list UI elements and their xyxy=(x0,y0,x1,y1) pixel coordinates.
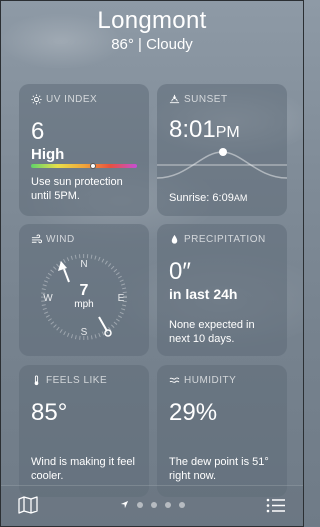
sunrise-time-value: Sunrise: 6:09 xyxy=(169,192,234,204)
sunset-icon xyxy=(169,94,180,103)
sunrise-time-ampm: AM xyxy=(233,193,248,203)
humidity-value: 29% xyxy=(169,399,218,426)
compass-n: N xyxy=(80,259,87,270)
precipitation-value: 0″ xyxy=(169,258,191,285)
sunset-time-value: 8:01 xyxy=(169,116,216,143)
precipitation-card[interactable]: PRECIPITATION 0″ in last 24h None expect… xyxy=(157,224,287,356)
location-header: Longmont 86° | Cloudy xyxy=(1,7,303,53)
page-dot[interactable] xyxy=(178,501,185,508)
uv-index-card[interactable]: UV INDEX 6 High Use sun protection until… xyxy=(19,84,149,216)
feels-like-card[interactable]: FEELS LIKE 85° Wind is making it feel co… xyxy=(19,365,149,497)
thermometer-icon xyxy=(34,374,39,385)
raindrop-icon xyxy=(171,234,178,244)
humidity-note: The dew point is 51° right now. xyxy=(169,456,269,482)
uv-index-level: High xyxy=(31,146,65,163)
wind-label: WIND xyxy=(46,233,75,245)
list-icon[interactable] xyxy=(266,498,286,513)
current-temp-condition: 86° | Cloudy xyxy=(111,36,193,53)
sunset-time-ampm: PM xyxy=(215,124,240,141)
sunset-card[interactable]: SUNSET 8:01PM Sunrise: 6:09AM xyxy=(157,84,287,216)
page-indicator[interactable] xyxy=(1,500,303,509)
feels-like-value: 85° xyxy=(31,399,68,426)
wind-card[interactable]: WIND N S W E 7 mph xyxy=(19,224,149,356)
compass-s: S xyxy=(81,327,88,338)
uv-index-note: Use sun protection until 5PM. xyxy=(31,176,123,202)
page-dot[interactable] xyxy=(164,501,171,508)
feels-like-note: Wind is making it feel cooler. xyxy=(31,456,135,482)
bottom-toolbar xyxy=(1,485,303,526)
uv-index-scale xyxy=(31,164,137,168)
page-dot[interactable] xyxy=(150,501,157,508)
wind-unit: mph xyxy=(74,299,94,310)
precipitation-period: in last 24h xyxy=(169,286,238,302)
city-name: Longmont xyxy=(97,7,207,34)
page-dot[interactable] xyxy=(136,501,143,508)
sun-path-graph xyxy=(157,148,287,179)
precipitation-label: PRECIPITATION xyxy=(184,233,266,245)
humidity-icon xyxy=(169,376,180,383)
uv-index-value: 6 xyxy=(31,118,45,145)
precipitation-note: None expected in next 10 days. xyxy=(169,319,255,345)
sun-icon xyxy=(31,93,42,105)
uv-index-indicator xyxy=(90,163,96,169)
humidity-card[interactable]: HUMIDITY 29% The dew point is 51° right … xyxy=(157,365,287,497)
sunrise-time: Sunrise: 6:09AM xyxy=(169,191,277,205)
feels-like-label: FEELS LIKE xyxy=(46,374,108,386)
wind-speed: 7 xyxy=(79,282,89,299)
wind-icon xyxy=(31,233,42,243)
humidity-label: HUMIDITY xyxy=(184,374,237,386)
uv-index-label: UV INDEX xyxy=(46,93,98,105)
location-arrow-icon[interactable] xyxy=(120,500,129,509)
sunset-label: SUNSET xyxy=(184,93,228,105)
